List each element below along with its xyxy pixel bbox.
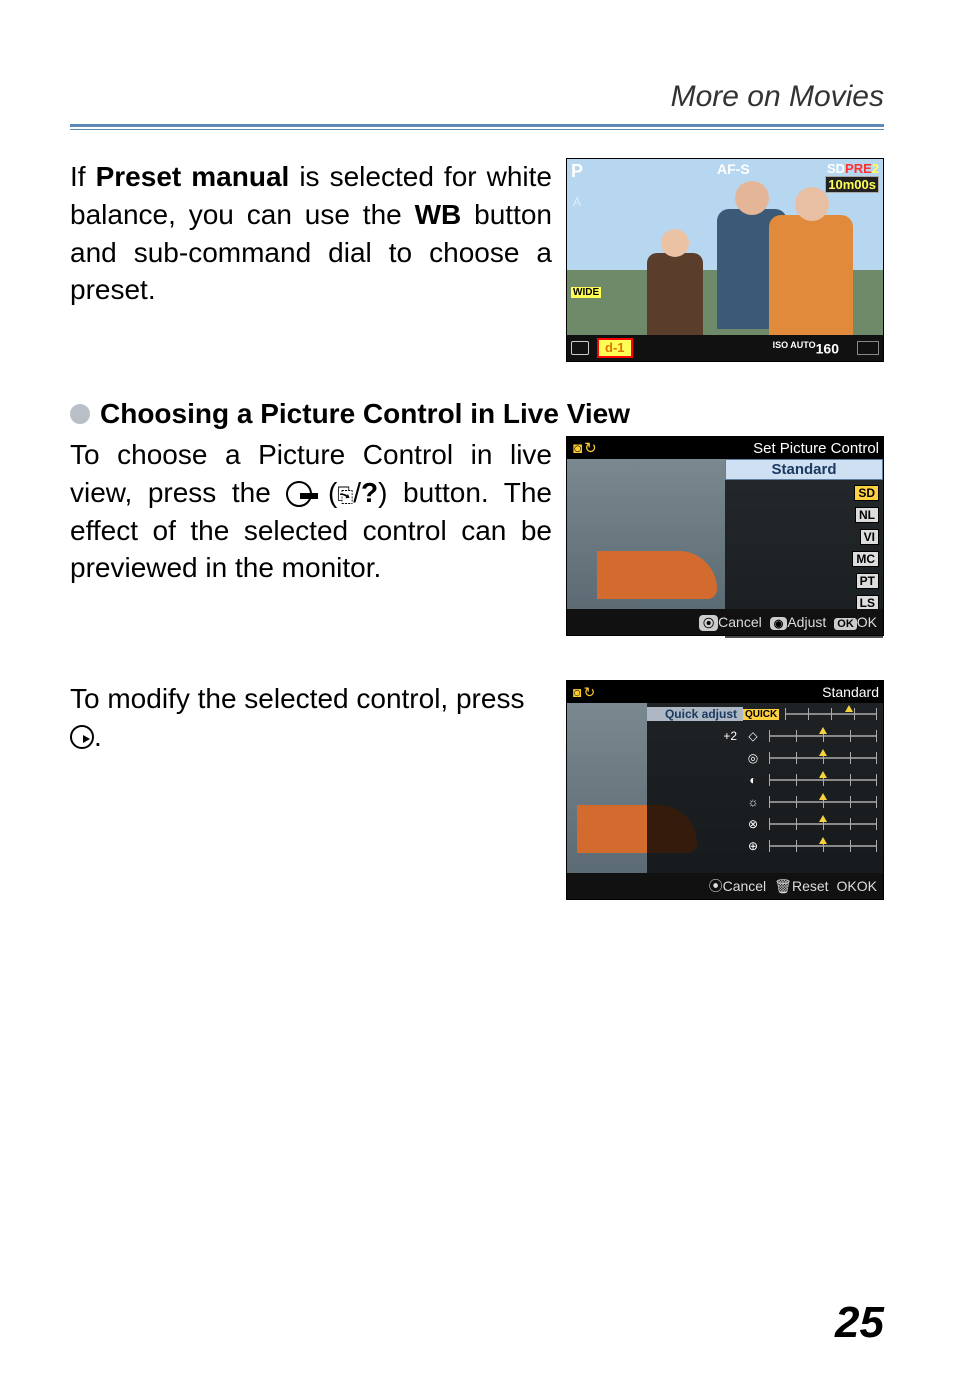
camera-icon — [571, 341, 589, 355]
paren-open: ( — [328, 477, 337, 508]
mode-indicator: P — [571, 161, 583, 182]
img3-title: Standard — [822, 684, 879, 700]
saturation-icon: ⊗ — [743, 817, 763, 831]
ok-button-icon: OK — [834, 618, 857, 630]
page-number: 25 — [835, 1298, 884, 1348]
quick-adjust-value: +2 — [647, 729, 743, 743]
quick-adjust-label: Quick adjust — [647, 707, 743, 721]
section-header: More on Movies — [70, 80, 884, 114]
help-icon: ? — [361, 477, 378, 508]
clarity-row: ◎ — [647, 747, 883, 769]
option-sd: SD — [725, 482, 879, 504]
cycle-icon: ↻ — [583, 684, 595, 701]
img3-footer: ⦿Cancel 🗑Reset OKOK — [567, 873, 883, 899]
contrast-row: ◐ — [647, 769, 883, 791]
wide-af-indicator: WIDE — [571, 287, 601, 298]
sharpening-icon: ◇ — [743, 729, 763, 743]
cancel-button-icon: ⦿ — [699, 615, 718, 631]
quick-adjust-value-row: +2 ◇ — [647, 725, 883, 747]
heading-row: Choosing a Picture Control in Live View — [70, 398, 884, 430]
option-pt: PT — [725, 570, 879, 592]
iso-indicator: ISO AUTO160 — [773, 340, 839, 357]
camera-icon: ◙ — [573, 684, 581, 700]
person-woman — [769, 215, 853, 335]
quality-indicator: A — [573, 195, 581, 209]
iso-label: ISO AUTO — [773, 340, 816, 350]
cancel-label: Cancel — [723, 878, 767, 894]
option-vi: VI — [725, 526, 879, 548]
section-preset-manual: If Preset manual is selected for white b… — [70, 158, 884, 362]
pre-number: 2 — [872, 161, 879, 176]
protect-button-icon — [286, 481, 312, 507]
af-indicator: AF-S — [717, 161, 750, 177]
brightness-icon: ☼ — [743, 795, 763, 809]
cancel-label: Cancel — [718, 614, 762, 630]
iso-value: 160 — [816, 340, 839, 356]
adjust-panel: Quick adjust QUICK +2 ◇ ◎ ◐ — [647, 703, 883, 873]
hue-row: ⊕ — [647, 835, 883, 857]
ok-label: OK — [857, 614, 877, 630]
heading-picture-control: Choosing a Picture Control in Live View — [100, 398, 630, 430]
bookmark-icon: ⎘ — [337, 483, 353, 510]
page: More on Movies If Preset manual is selec… — [0, 0, 954, 1388]
preset-manual-label: Preset manual — [96, 161, 290, 192]
ok-button-icon: OK — [837, 878, 857, 894]
contrast-icon: ◐ — [743, 773, 763, 787]
ok-label: OK — [857, 878, 877, 894]
movie-mode-icon — [857, 341, 879, 355]
wb-preset-d1-box: d-1 — [597, 338, 633, 358]
slash: / — [353, 477, 361, 508]
selected-picture-control: Standard — [725, 459, 883, 480]
img2-topbar: ◙↻ Set Picture Control — [567, 437, 883, 459]
section-choose-picture-control: To choose a Picture Control in live view… — [70, 436, 884, 636]
quick-adjust-row: Quick adjust QUICK — [647, 703, 883, 725]
liveview-preset-screenshot: P AF-S SDPRE2 10m00s A WIDE d-1 ISO AUTO… — [566, 158, 884, 362]
camera-icon: ◙ — [573, 440, 582, 457]
bullet-icon — [70, 404, 90, 424]
img2-footer: ⦿Cancel ◉Adjust OKOK — [567, 609, 883, 635]
option-nl: NL — [725, 504, 879, 526]
multi-selector-right-icon — [70, 725, 94, 749]
person-child — [647, 253, 703, 343]
hue-icon: ⊕ — [743, 839, 763, 853]
reset-label: Reset — [792, 878, 829, 894]
brightness-row: ☼ — [647, 791, 883, 813]
wb-label: WB — [415, 199, 462, 230]
clarity-icon: ◎ — [743, 751, 763, 765]
preview-subject — [597, 551, 717, 599]
option-mc: MC — [725, 548, 879, 570]
quick-tag: QUICK — [743, 709, 779, 720]
section1-text: If Preset manual is selected for white b… — [70, 158, 552, 309]
section-modify-control: To modify the selected control, press . … — [70, 680, 884, 900]
cycle-icon: ↻ — [584, 439, 597, 457]
s1-prefix: If — [70, 161, 96, 192]
header-rule — [70, 124, 884, 130]
rec-time-remaining: 10m00s — [825, 176, 879, 193]
img3-topbar: ◙↻ Standard — [567, 681, 883, 703]
set-picture-control-screenshot: ◙↻ Set Picture Control Standard SD NL VI… — [566, 436, 884, 636]
s3-text: To modify the selected control, press — [70, 683, 524, 714]
liveview-bottom-bar: d-1 ISO AUTO160 — [567, 335, 883, 361]
cancel-button-icon: ⦿ — [709, 878, 723, 894]
section2-text: To choose a Picture Control in live view… — [70, 436, 552, 587]
quick-adjust-screenshot: ◙↻ Standard Quick adjust QUICK +2 ◇ ◎ — [566, 680, 884, 900]
section3-text: To modify the selected control, press . — [70, 680, 552, 756]
pre-indicator: PRE — [845, 161, 872, 176]
saturation-row: ⊗ — [647, 813, 883, 835]
adjust-button-icon: ◉ — [770, 617, 788, 630]
img2-title: Set Picture Control — [753, 440, 879, 457]
sd-indicator: SD — [827, 161, 845, 176]
reset-button-icon: 🗑 — [774, 878, 792, 894]
top-right-status: SDPRE2 10m00s — [825, 161, 879, 193]
adjust-label: Adjust — [787, 614, 826, 630]
s3-period: . — [94, 721, 102, 752]
